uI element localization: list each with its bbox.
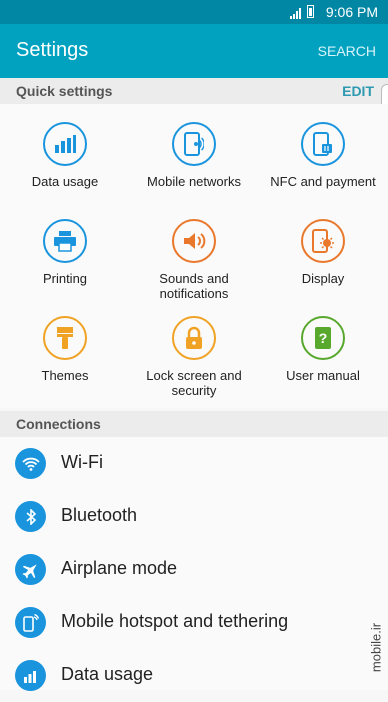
list-item-airplane-mode[interactable]: Airplane mode [0, 543, 388, 596]
lock-icon [172, 316, 216, 360]
connections-header: Connections [0, 411, 388, 437]
clock: 9:06 PM [325, 4, 378, 20]
help-book-icon: ? [301, 316, 345, 360]
watermark-text: mobile.ir [368, 622, 384, 673]
printer-icon [43, 219, 87, 263]
list-item-mobile-hotspot[interactable]: Mobile hotspot and tethering [0, 596, 388, 649]
search-button[interactable]: SEARCH [318, 43, 376, 59]
tile-label: Data usage [31, 174, 99, 189]
list-item-bluetooth[interactable]: Bluetooth [0, 490, 388, 543]
speaker-icon [172, 219, 216, 263]
battery-icon [307, 5, 314, 18]
tile-label: Lock screen and security [146, 368, 242, 398]
tile-display[interactable]: Display [258, 219, 388, 286]
hotspot-icon [15, 607, 46, 638]
display-icon [301, 219, 345, 263]
list-item-label: Airplane mode [61, 558, 178, 578]
list-item-data-usage[interactable]: Data usage [0, 649, 388, 702]
tile-label: User manual [286, 368, 360, 383]
svg-text:?: ? [319, 330, 328, 346]
status-bar: 9:06 PM [0, 0, 388, 24]
watermark: mobile.ir [366, 610, 386, 690]
tile-label: Display [301, 271, 345, 286]
section-title: Connections [16, 416, 101, 432]
quick-settings-header: Quick settings EDIT [0, 78, 388, 104]
tile-label: Printing [42, 271, 88, 286]
tile-label: Mobile networks [147, 174, 241, 189]
airplane-icon [15, 554, 46, 585]
tile-printing[interactable]: Printing [0, 219, 130, 286]
list-item-label: Wi-Fi [61, 452, 103, 472]
app-bar: Settings SEARCH [0, 24, 388, 78]
mobile-network-icon [172, 122, 216, 166]
list-item-label: Bluetooth [61, 505, 138, 525]
tile-mobile-networks[interactable]: Mobile networks [129, 122, 259, 189]
bluetooth-icon [15, 501, 46, 532]
bar-chart-icon [43, 122, 87, 166]
tile-label: Sounds and notifications [159, 271, 229, 301]
list-item-label: Mobile hotspot and tethering [61, 611, 289, 631]
nfc-payment-icon [301, 122, 345, 166]
bar-chart-icon [15, 660, 46, 691]
tile-data-usage[interactable]: Data usage [0, 122, 130, 189]
tile-themes[interactable]: Themes [0, 316, 130, 383]
tile-lock-screen-security[interactable]: Lock screen and security [129, 316, 259, 398]
list-item-wifi[interactable]: Wi-Fi [0, 437, 388, 490]
page-title: Settings [16, 39, 89, 61]
quick-settings-grid: Data usage Mobile networks NFC and payme… [0, 104, 388, 408]
edit-button[interactable]: EDIT [342, 83, 374, 99]
section-title: Quick settings [16, 83, 113, 99]
wifi-icon [15, 448, 46, 479]
list-item-label: Data usage [61, 664, 154, 684]
signal-icon [290, 6, 302, 22]
tile-nfc-payment[interactable]: NFC and payment [258, 122, 388, 189]
paintbrush-icon [43, 316, 87, 360]
tile-sounds-notifications[interactable]: Sounds and notifications [129, 219, 259, 301]
tile-user-manual[interactable]: ? User manual [258, 316, 388, 383]
tile-label: Themes [41, 368, 89, 383]
tile-label: NFC and payment [270, 174, 376, 189]
connections-list: Wi-Fi Bluetooth Airplane mode Mobile hot… [0, 437, 388, 691]
